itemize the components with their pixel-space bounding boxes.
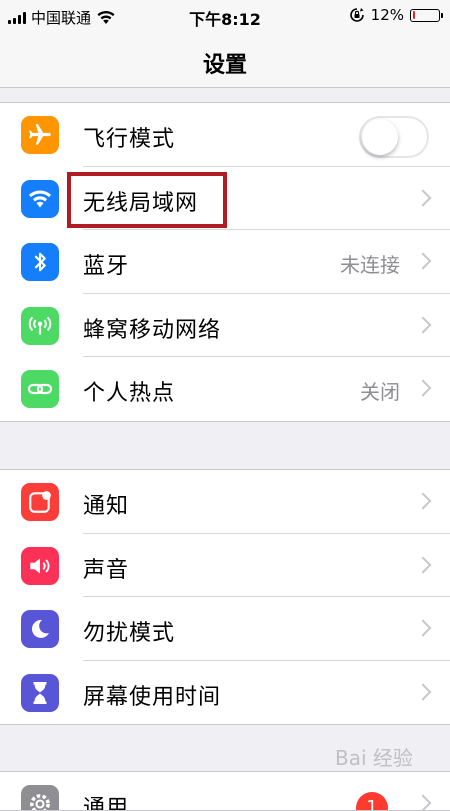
airplane-icon [21, 116, 59, 154]
toggle-knob [362, 119, 398, 155]
chevron-right-icon [414, 794, 432, 810]
chevron-right-icon [414, 683, 432, 701]
update-badge: 1 [356, 792, 388, 810]
hourglass-icon [21, 673, 59, 712]
settings-row-label: 通知 [83, 494, 130, 519]
settings-group-notifications: 通知 声音 勿扰模式 屏幕使用时间 [0, 469, 450, 726]
battery-icon [410, 8, 443, 22]
settings-row-cellular[interactable]: 蜂窝移动网络 [0, 294, 450, 358]
settings-row-label: 声音 [83, 557, 130, 583]
chevron-right-icon [414, 252, 432, 270]
chevron-right-icon [414, 316, 432, 334]
hotspot-status-value: 关闭 [360, 380, 400, 405]
notifications-icon [21, 483, 59, 521]
settings-row-screen-time[interactable]: 屏幕使用时间 [0, 661, 450, 725]
settings-row-general[interactable]: 通用 1 [0, 772, 450, 811]
battery-percent: 12% [370, 6, 404, 24]
battery-level [412, 11, 416, 19]
bluetooth-status-value: 未连接 [340, 253, 400, 278]
settings-row-label: 屏幕使用时间 [83, 684, 222, 710]
airplane-mode-toggle[interactable] [359, 116, 429, 158]
settings-row-notifications[interactable]: 通知 [0, 470, 450, 534]
hotspot-icon [21, 370, 59, 409]
settings-row-label: 飞行模式 [83, 127, 176, 152]
settings-row-airplane-mode[interactable]: 飞行模式 [0, 103, 450, 167]
moon-icon [21, 610, 59, 649]
sound-icon [21, 546, 59, 585]
settings-row-label: 个人热点 [83, 381, 176, 407]
gear-icon [21, 785, 59, 810]
status-bar: 中国联通 下午8:12 12% [0, 0, 450, 34]
chevron-right-icon [414, 189, 432, 207]
chevron-right-icon [414, 619, 432, 637]
page-title: 设置 [202, 53, 247, 78]
wifi-icon [21, 179, 59, 218]
chevron-right-icon [414, 556, 432, 574]
navigation-bar: 设置 [0, 34, 450, 88]
watermark: Bai 经验 [335, 746, 413, 770]
settings-row-label: 蜂窝移动网络 [83, 317, 222, 343]
settings-group-general: 通用 1 [0, 771, 450, 811]
settings-row-bluetooth[interactable]: 蓝牙 未连接 [0, 230, 450, 294]
settings-row-label: 蓝牙 [83, 254, 130, 280]
chevron-right-icon [414, 492, 432, 510]
settings-row-label: 通用 [83, 796, 130, 811]
settings-row-label: 勿扰模式 [83, 621, 176, 647]
settings-row-sounds[interactable]: 声音 [0, 534, 450, 598]
settings-row-do-not-disturb[interactable]: 勿扰模式 [0, 597, 450, 661]
cellular-icon [21, 306, 59, 345]
settings-row-personal-hotspot[interactable]: 个人热点 关闭 [0, 357, 450, 421]
status-right: 12% [349, 6, 443, 24]
orientation-lock-icon [349, 8, 364, 22]
chevron-right-icon [414, 379, 432, 397]
bluetooth-icon [21, 243, 59, 282]
settings-group-connectivity: 飞行模式 无线局域网 蓝牙 未连接 蜂窝移动网络 个人热点 关闭 [0, 102, 450, 422]
annotation-highlight-box [67, 172, 227, 228]
